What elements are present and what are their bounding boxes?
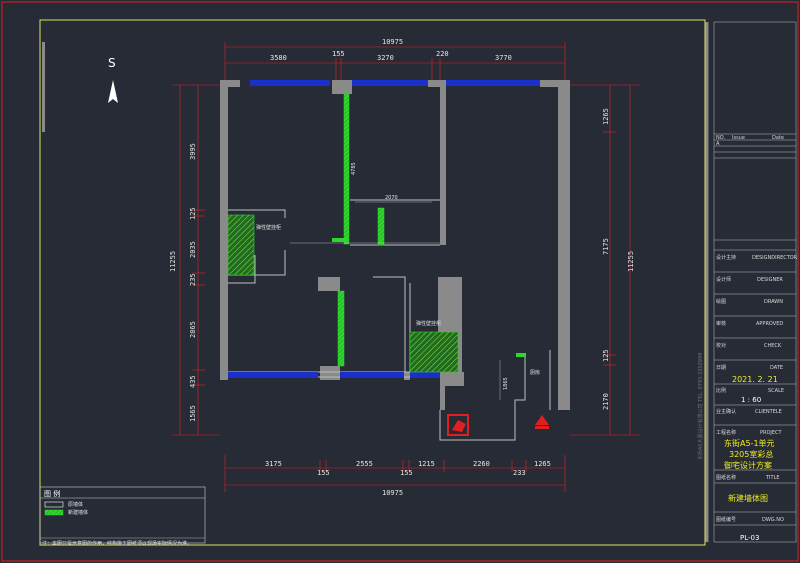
right-dim-4: 2170 (602, 393, 610, 410)
tb-date-cn: 日期 (716, 365, 726, 371)
rev-issue-header: Issue (732, 135, 745, 141)
company-vertical-text: 东街AS大厦设计有限公司 TEL: 0793-3350999 (697, 353, 704, 460)
left-dim-1: 3995 (189, 143, 197, 160)
legend (39, 486, 206, 544)
right-dim-2: 7175 (602, 238, 610, 255)
rev-mark: A (716, 141, 720, 147)
left-dim-3: 2035 (189, 241, 197, 258)
tb-project-en: PROJECT (760, 430, 783, 436)
north-arrow: S (108, 56, 118, 103)
floor-plan-drawing: S 10975 3580 155 3270 220 3770 3175 155 … (1, 1, 799, 562)
left-dim-2: 125 (189, 207, 197, 220)
rev-date-header: Date (772, 135, 784, 141)
entrance-arrow-icon (535, 415, 549, 425)
right-dim-3: 125 (602, 349, 610, 362)
tb-project-line-3: 御宅设计方案 (724, 460, 772, 470)
tb-row-2-en: DESIGNER (757, 277, 783, 283)
top-dim-3: 3270 (377, 54, 394, 62)
bottom-dim-7: 233 (513, 469, 526, 477)
tb-dwg-en: DWG.NO (762, 517, 784, 523)
tb-row-2-cn: 设计师 (716, 276, 731, 283)
left-dim-7: 1565 (189, 405, 197, 422)
tb-scale-cn: 比例 (716, 387, 726, 394)
left-dim-6: 435 (189, 375, 197, 388)
right-dim-1: 1265 (602, 108, 610, 125)
bottom-dim-6: 2260 (473, 460, 490, 468)
legend-item-1: 原墙体 (68, 501, 83, 508)
new-walls (227, 93, 526, 373)
top-dim-1: 3580 (270, 54, 287, 62)
legend-new-swatch (44, 509, 64, 516)
tb-client-en: CLIENTELE (755, 409, 782, 415)
tb-row-1-en: DESIGNDIRECTOR (752, 255, 798, 261)
shaft-label-2: 弹性壁挂柜 (416, 320, 441, 327)
tb-date-value: 2021. 2. 21 (732, 375, 778, 384)
top-dim-2: 155 (332, 50, 345, 58)
tb-title-en: TITLE (765, 475, 780, 481)
tb-date-en: DATE (770, 365, 783, 371)
bottom-dim-2: 155 (317, 469, 330, 477)
tb-row-4-en: APPROVED (756, 321, 783, 327)
left-total-dim: 11255 (169, 251, 177, 272)
top-dim-4: 220 (436, 50, 449, 58)
tb-row-5-cn: 校对 (716, 342, 726, 349)
tb-project-line-1: 东街A5-1单元 (724, 438, 775, 448)
top-total-dim: 10975 (382, 38, 403, 46)
compass-label: S (108, 56, 116, 70)
shaft-label-1: 弹性壁挂柜 (256, 224, 281, 231)
thin-walls (228, 199, 551, 441)
top-dim-5: 3770 (495, 54, 512, 62)
tb-project-line-2: 3205室彩总 (729, 449, 773, 459)
left-scale-bar (42, 42, 45, 132)
left-dim-5: 2865 (189, 321, 197, 338)
tb-dwg-cn: 图纸编号 (716, 516, 736, 523)
legend-note: 注：本图只是示意图的作用，结构施工图纸须以现场实际情况为准。 (42, 540, 192, 547)
bottom-total-dim: 10975 (382, 489, 403, 497)
bottom-dim-5: 1215 (418, 460, 435, 468)
room-label: 厨房 (530, 369, 540, 376)
interior-dim-1: 2070 (385, 195, 398, 201)
legend-item-2: 新建墙体 (68, 509, 88, 516)
tb-title-cn: 图纸名称 (716, 474, 736, 481)
left-dim-4: 235 (189, 273, 197, 286)
tb-title-value: 新建墙体图 (728, 493, 768, 503)
tb-row-5-en: CHECK (764, 343, 782, 349)
tb-row-3-cn: 绘图 (716, 298, 726, 305)
tb-project-cn: 工程名称 (716, 429, 736, 436)
bottom-dim-1: 3175 (265, 460, 282, 468)
tb-row-4-cn: 审核 (716, 320, 726, 327)
interior-dim-3: 4785 (351, 162, 357, 175)
compass-arrow-icon (108, 80, 118, 103)
tb-row-1-cn: 设计主持 (716, 254, 736, 261)
bottom-dim-4: 155 (400, 469, 413, 477)
legend-existing-swatch (44, 501, 64, 508)
tb-scale-en: SCALE (768, 388, 784, 394)
interior-dim-2: 1865 (503, 377, 509, 390)
tb-client-cn: 业主确认 (716, 408, 736, 415)
bottom-dim-3: 2555 (356, 460, 373, 468)
tb-dwg-value: PL-03 (740, 534, 759, 542)
legend-title: 图 例 (44, 489, 60, 498)
top-dimensions (224, 42, 566, 85)
bottom-dim-8: 1265 (534, 460, 551, 468)
entry-door-icon (452, 420, 466, 432)
tb-row-3-en: DRAWN (764, 299, 783, 305)
entrance-base-icon (535, 426, 549, 429)
tb-scale-value: 1 : 60 (741, 396, 761, 404)
right-total-dim: 11255 (627, 251, 635, 272)
